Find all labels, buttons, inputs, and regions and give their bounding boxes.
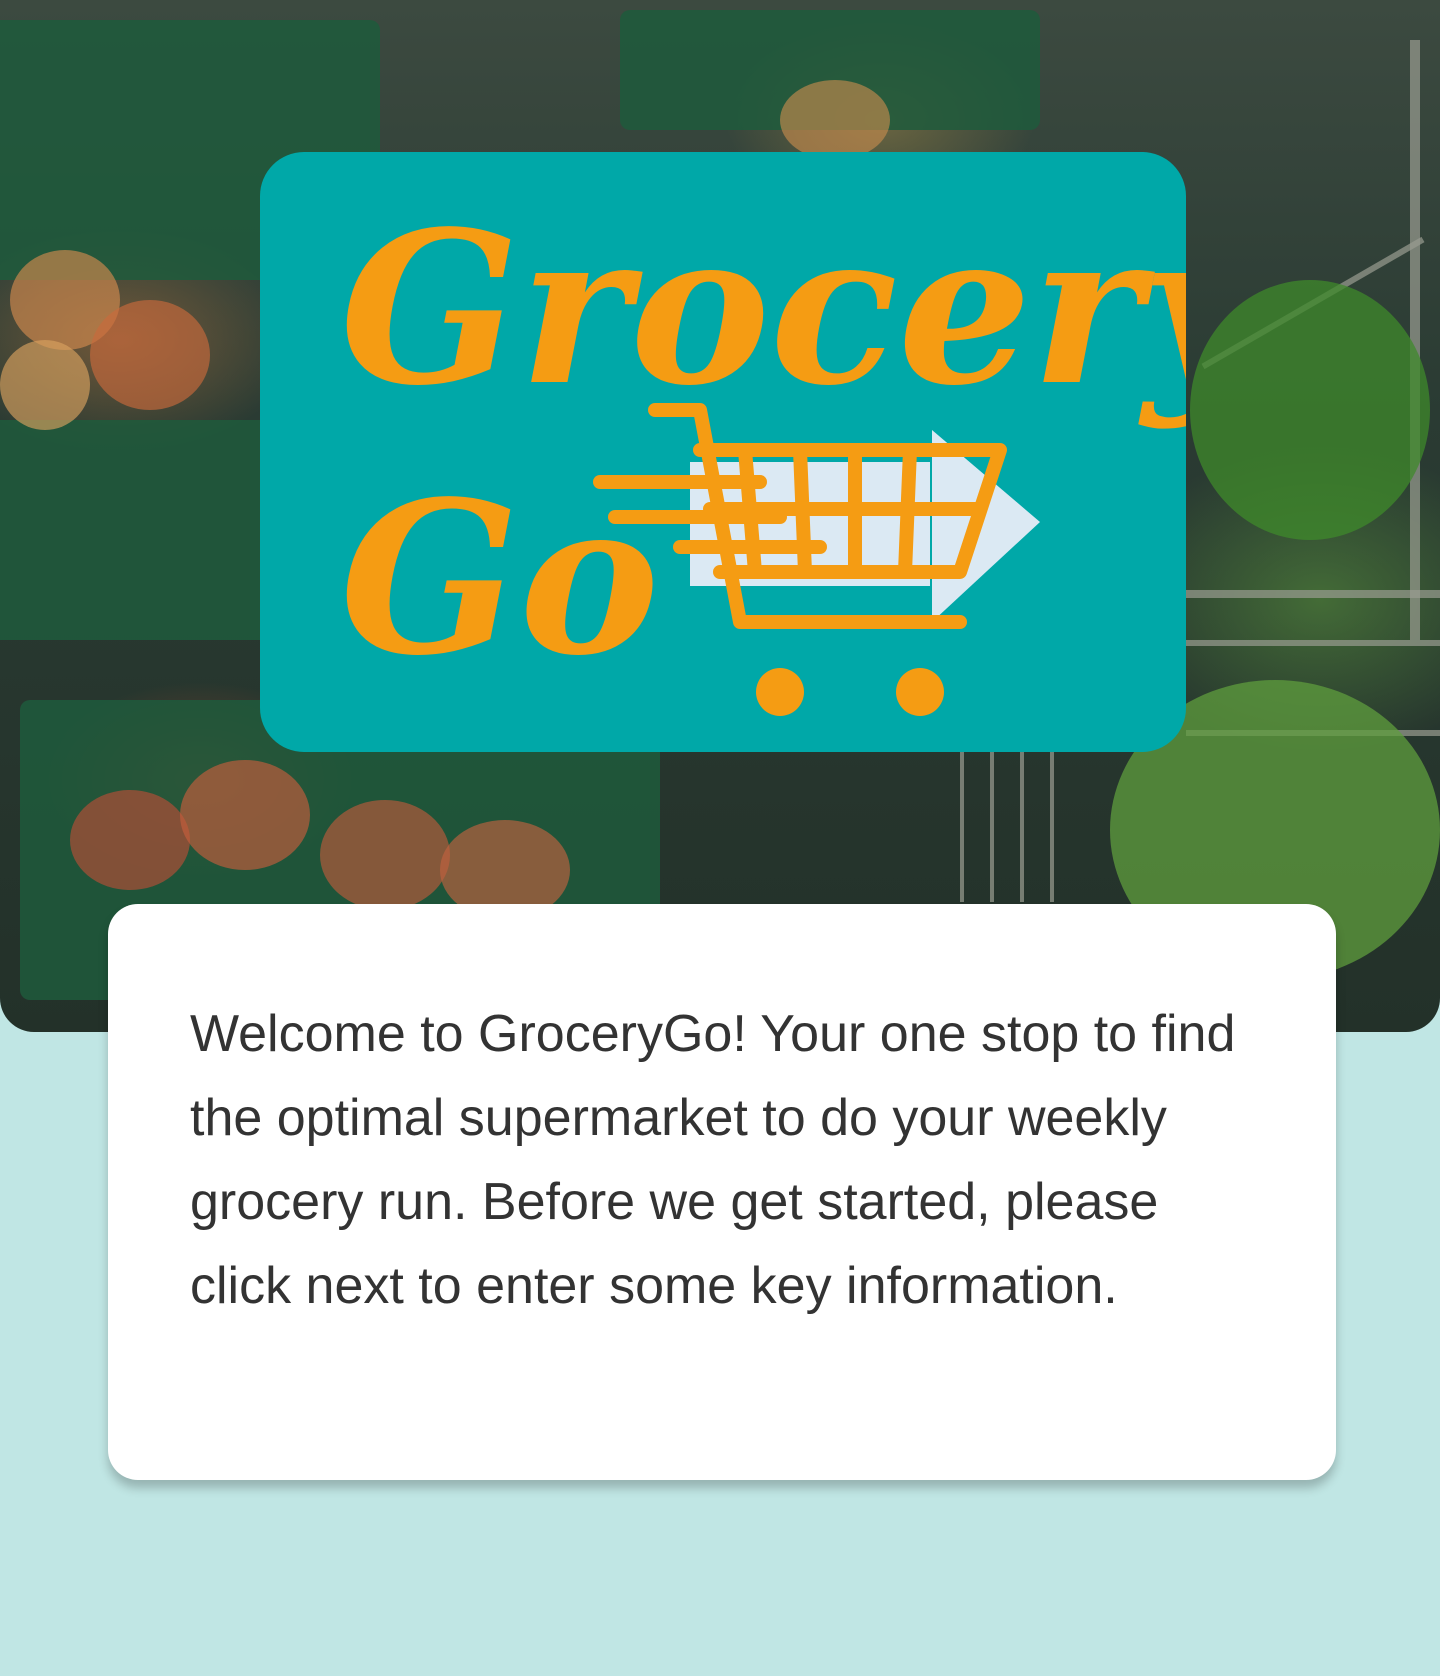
apple [320,800,450,910]
shopping-cart-icon [593,403,1040,716]
logo-word-grocery: Grocery [340,185,1186,432]
apple [90,300,210,410]
grocerygo-logo: Grocery Go [260,152,1186,752]
cart-frame [1186,640,1440,646]
cart-frame [1186,590,1440,598]
cart-frame [960,752,964,902]
welcome-text: Welcome to GroceryGo! Your one stop to f… [190,1005,1236,1315]
logo-word-go: Go [340,455,659,702]
welcome-card: Welcome to GroceryGo! Your one stop to f… [108,904,1336,1480]
apple [180,760,310,870]
cart-frame [1050,752,1054,902]
cart-frame [990,752,994,902]
apple [0,340,90,430]
cart-frame [1020,752,1024,902]
apple [780,80,890,160]
parsley [1190,280,1430,540]
apple [70,790,190,890]
